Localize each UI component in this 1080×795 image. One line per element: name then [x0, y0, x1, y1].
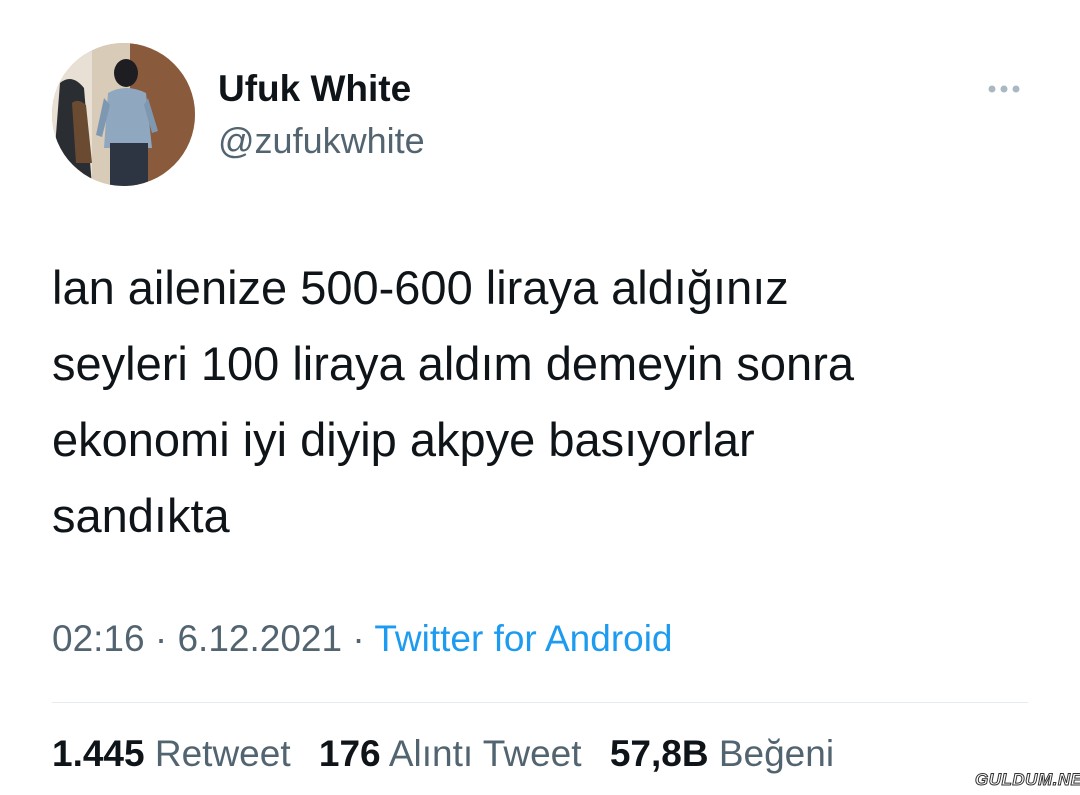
retweet-count-value: 1.445: [52, 733, 145, 774]
tweet-meta: 02:16 · 6.12.2021 · Twitter for Android: [52, 618, 673, 660]
watermark: GULDUM.NET: [974, 770, 1080, 790]
tweet-text-line: lan ailenize 500-600 liraya aldığınız: [52, 261, 789, 314]
tweet-stats: 1.445 Retweet 176 Alıntı Tweet 57,8B Beğ…: [52, 733, 852, 775]
author-display-name[interactable]: Ufuk White: [218, 68, 411, 110]
quote-tweet-count-label: Alıntı Tweet: [388, 733, 582, 774]
like-count[interactable]: 57,8B Beğeni: [610, 733, 834, 775]
retweet-count-label: Retweet: [154, 733, 291, 774]
avatar[interactable]: [52, 43, 195, 186]
quote-tweet-count[interactable]: 176 Alıntı Tweet: [319, 733, 582, 775]
profile-photo-icon: [52, 43, 195, 186]
tweet-source-link[interactable]: Twitter for Android: [374, 618, 672, 659]
retweet-count[interactable]: 1.445 Retweet: [52, 733, 291, 775]
like-count-label: Beğeni: [718, 733, 835, 774]
meta-separator: ·: [154, 618, 168, 659]
tweet-text: lan ailenize 500-600 liraya aldığınız se…: [52, 250, 1052, 554]
tweet-text-line: ekonomi iyi diyip akpye basıyorlar: [52, 413, 755, 466]
author-handle[interactable]: @zufukwhite: [218, 120, 425, 162]
tweet-card: Ufuk White @zufukwhite lan ailenize 500-…: [0, 0, 1080, 795]
quote-tweet-count-value: 176: [318, 733, 381, 774]
tweet-date[interactable]: 6.12.2021: [177, 618, 342, 659]
tweet-time[interactable]: 02:16: [52, 618, 145, 659]
tweet-text-line: sandıkta: [52, 489, 230, 542]
more-options-button[interactable]: [980, 75, 1028, 103]
more-options-icon: [988, 85, 1020, 93]
divider: [52, 702, 1028, 703]
tweet-text-line: seyleri 100 liraya aldım demeyin sonra: [52, 337, 854, 390]
like-count-value: 57,8B: [609, 733, 709, 774]
meta-separator: ·: [352, 618, 365, 659]
